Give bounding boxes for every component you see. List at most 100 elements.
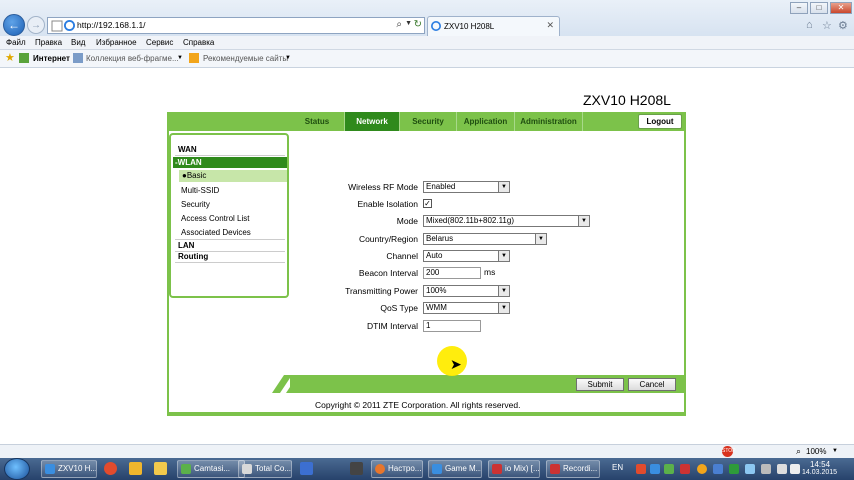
mode-select[interactable]: Mixed(802.11b+802.11g) ▼ [423,215,590,227]
tray-update-icon[interactable] [664,464,674,474]
menu-view[interactable]: Вид [71,38,85,47]
menu-tools[interactable]: Сервис [146,38,173,47]
rf-mode-select[interactable]: Enabled ▼ [423,181,510,193]
menu-file[interactable]: Файл [6,38,26,47]
taskbar-item-camtasia[interactable]: Camtasi... [177,460,245,478]
address-url[interactable]: http://192.168.1.1/ [77,20,146,30]
start-button[interactable] [4,458,30,480]
sidebar-item-wan[interactable]: WAN [178,145,197,154]
tab-security[interactable]: Security [400,112,457,131]
taskbar-item-game-mode[interactable]: Game M... [428,460,482,478]
qos-type-select[interactable]: WMM ▼ [423,302,510,314]
tray-bluetooth-icon[interactable] [713,464,723,474]
refresh-icon[interactable]: ↻ [414,19,422,30]
divider [175,155,285,156]
tab-administration[interactable]: Administration [515,112,583,131]
country-select[interactable]: Belarus ▼ [423,233,547,245]
game-icon[interactable] [350,462,363,475]
game-mode-icon [432,464,442,474]
tray-app-icon[interactable] [636,464,646,474]
taskbar-item-recording[interactable]: Recordi... [546,460,600,478]
dropdown-icon[interactable]: ▼ [832,448,838,454]
favorites-star-icon[interactable]: ★ [5,51,15,64]
dropdown-icon[interactable]: ▼ [177,55,183,61]
maximize-icon[interactable]: □ [810,2,828,14]
sidebar-item-associated-devices[interactable]: Associated Devices [181,228,251,237]
taskbar-item-label: io Mix) [... [505,464,540,473]
submit-button[interactable]: Submit [576,378,624,391]
isolation-checkbox[interactable]: ✓ [423,199,432,208]
tab-network[interactable]: Network [345,112,400,131]
action-bar [290,375,686,393]
close-icon[interactable]: ✕ [546,20,554,31]
sidebar-item-basic[interactable]: ●Basic [179,170,287,182]
web-slice-icon [73,53,83,63]
favorite-internet[interactable]: Интернет [33,54,70,63]
dropdown-icon[interactable]: ▼ [285,55,291,61]
folder-icon[interactable] [154,462,167,475]
country-value: Belarus [426,234,454,243]
channel-select[interactable]: Auto ▼ [423,250,510,262]
menu-bar: Файл Правка Вид Избранное Сервис Справка [0,36,854,50]
browser-tab[interactable]: ZXV10 H208L ✕ [427,16,560,36]
tray-signal-icon[interactable] [777,464,787,474]
favorites-star-icon[interactable]: ☆ [822,19,832,32]
cancel-button[interactable]: Cancel [628,378,676,391]
gear-icon[interactable]: ⚙ [838,19,848,32]
favorite-suggested-sites[interactable]: Рекомендуемые сайты [203,54,288,63]
taskbar-item-firefox-settings[interactable]: Настро... [371,460,423,478]
minimize-icon[interactable]: – [790,2,808,14]
tray-display-icon[interactable] [745,464,755,474]
search-icon[interactable]: ⌕ [396,19,402,30]
menu-favorites[interactable]: Избранное [96,38,137,47]
window-close-icon[interactable]: ✕ [830,2,852,14]
add-favorite-icon[interactable] [19,53,29,63]
sidebar-item-basic-label: Basic [186,171,207,180]
language-indicator[interactable]: EN [612,463,623,472]
menu-edit[interactable]: Правка [35,38,62,47]
tray-nvidia-icon[interactable] [729,464,739,474]
tray-shield-icon[interactable] [680,464,690,474]
volume-icon[interactable] [790,464,800,474]
address-bar[interactable]: http://192.168.1.1/ ⌕ ▼ ↻ [47,17,425,34]
sidebar-item-access-control-list[interactable]: Access Control List [181,214,249,223]
clock-time[interactable]: 14:54 [810,460,830,469]
tab-status[interactable]: Status [290,112,345,131]
dropdown-icon[interactable]: ▼ [405,20,412,27]
menu-help[interactable]: Справка [183,38,214,47]
forward-arrow-icon[interactable]: → [27,16,45,34]
sidebar-item-routing[interactable]: Routing [178,252,208,261]
taskbar-item-audio-mix[interactable]: io Mix) [... [488,460,540,478]
decorative-stripe [272,375,306,393]
ie-logo-icon [45,464,55,474]
channel-value: Auto [426,251,443,260]
sidebar-item-security[interactable]: Security [181,200,210,209]
transmitting-power-value: 100% [426,286,447,295]
media-player-icon[interactable] [129,462,142,475]
dtim-interval-input[interactable]: 1 [423,320,481,332]
isolation-label: Enable Isolation [357,199,419,209]
transmitting-power-select[interactable]: 100% ▼ [423,285,510,297]
sidebar-item-lan[interactable]: LAN [178,241,194,250]
logout-button[interactable]: Logout [638,114,682,129]
word-icon[interactable] [300,462,313,475]
home-icon[interactable]: ⌂ [806,19,813,31]
taskbar-item-browser[interactable]: ZXV10 H... [41,460,97,478]
sidebar-item-multi-ssid[interactable]: Multi-SSID [181,186,219,195]
zoom-icon: ⌕ [796,446,802,456]
taskbar-item-total-commander[interactable]: Total Co... [238,460,292,478]
sidebar-item-wlan[interactable]: -WLAN [173,157,287,168]
clock-date[interactable]: 14.03.2015 [802,469,837,476]
tab-application[interactable]: Application [457,112,515,131]
tray-flag-icon[interactable] [761,464,771,474]
mode-value: Mixed(802.11b+802.11g) [426,216,514,225]
zoom-level[interactable]: 100% [806,447,826,456]
favorite-web-slice-gallery[interactable]: Коллекция веб-фрагме... [86,54,179,63]
tray-notification-icon[interactable] [697,464,707,474]
favorites-bar: ★ Интернет Коллекция веб-фрагме... ▼ Рек… [0,50,854,68]
beacon-interval-input[interactable]: 200 [423,267,481,279]
chrome-icon[interactable] [104,462,117,475]
tab-title: ZXV10 H208L [444,22,495,31]
tray-network-icon[interactable] [650,464,660,474]
back-arrow-icon[interactable]: ← [3,14,25,36]
